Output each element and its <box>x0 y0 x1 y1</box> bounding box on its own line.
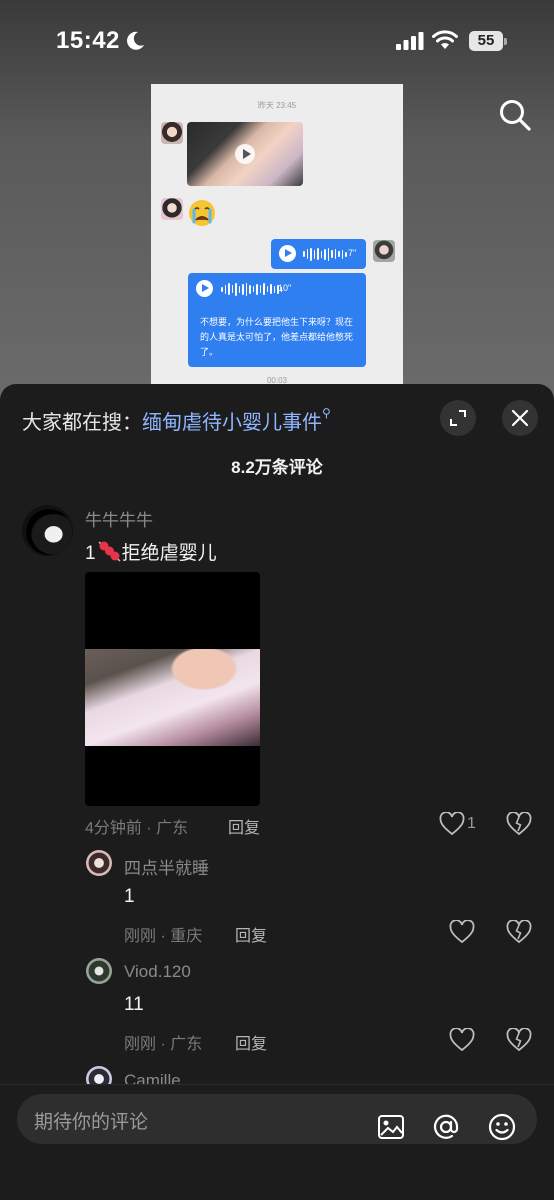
battery-level: 55 <box>477 32 495 49</box>
chat-avatar-me <box>373 240 395 262</box>
chat-timestamp: 00:03 <box>266 376 288 384</box>
wifi-icon <box>432 30 458 49</box>
battery-indicator: 55 <box>469 31 507 51</box>
comment-text-prefix: 1 <box>85 543 96 564</box>
candied-haws-emoji-icon <box>98 541 121 562</box>
at-icon[interactable] <box>431 1112 461 1142</box>
search-icon: ⚲ <box>322 406 331 420</box>
crying-emoji-icon <box>189 200 215 226</box>
voice-message-bubble[interactable]: 10" 不想要，为什么要把他生下来呀？现在的人真是太可怕了，他差点都给他憋死了。 <box>188 273 366 367</box>
reply-meta: 刚刚 · 重庆 <box>124 928 203 945</box>
image-icon[interactable] <box>376 1112 406 1142</box>
waveform-icon <box>303 247 347 261</box>
heart-icon[interactable] <box>449 920 475 944</box>
expand-icon <box>450 410 466 426</box>
voice-duration: 7" <box>348 248 357 258</box>
comment-input-bar: 期待你的评论 <box>0 1084 554 1200</box>
avatar[interactable] <box>22 505 73 556</box>
broken-heart-icon[interactable] <box>506 1028 532 1052</box>
chat-avatar-other <box>161 122 183 144</box>
play-icon <box>279 245 296 262</box>
comment-input-placeholder: 期待你的评论 <box>34 1112 149 1133</box>
chat-screenshot[interactable]: 昨天 23:45 7" 10" 不想要，为什么要把他生下来呀？现在的人真是太可怕… <box>151 84 403 384</box>
comment-text-body: 拒绝虐婴儿 <box>121 543 217 564</box>
hot-search-keyword[interactable]: 缅甸虐待小婴儿事件 <box>142 412 322 434</box>
chat-avatar-other <box>161 198 183 220</box>
reply-username[interactable]: Viod.120 <box>124 962 191 982</box>
reply-button[interactable]: 回复 <box>228 814 260 838</box>
voice-message-bubble[interactable]: 7" <box>271 239 366 269</box>
broken-heart-icon[interactable] <box>506 920 532 944</box>
status-time: 15:42 <box>56 27 120 54</box>
waveform-icon <box>221 282 282 296</box>
heart-icon[interactable] <box>449 1028 475 1052</box>
chat-video-thumbnail <box>187 122 303 186</box>
close-icon <box>511 409 529 427</box>
reply-text: 11 <box>124 994 144 1015</box>
search-icon[interactable] <box>498 98 532 132</box>
close-button[interactable] <box>502 400 538 436</box>
play-icon <box>196 280 213 297</box>
expand-button[interactable] <box>440 400 476 436</box>
reply-username[interactable]: 四点半就睡 <box>124 854 209 879</box>
comment-input[interactable]: 期待你的评论 <box>17 1094 537 1144</box>
comment-meta: 4分钟前 · 广东 <box>85 820 189 837</box>
voice-transcript: 不想要，为什么要把他生下来呀？现在的人真是太可怕了，他差点都给他憋死了。 <box>200 317 354 357</box>
reply-text: 1 <box>124 886 135 907</box>
chat-timestamp: 昨天 23:45 <box>257 101 297 110</box>
moon-icon <box>127 31 144 50</box>
comment-image[interactable] <box>85 572 260 806</box>
like-count: 1 <box>467 815 476 832</box>
comment-username[interactable]: 牛牛牛牛 <box>85 506 153 531</box>
video-area[interactable]: 15:42 55 昨天 23:45 7" 10" 不想要，为什么要把他生下来呀？… <box>0 0 554 400</box>
hot-search-banner[interactable]: 大家都在搜：缅甸虐待小婴儿事件⚲ <box>22 406 331 435</box>
reply-button[interactable]: 回复 <box>235 922 267 946</box>
reply-button[interactable]: 回复 <box>235 1030 267 1054</box>
hot-search-prefix: 大家都在搜： <box>22 412 142 434</box>
avatar[interactable] <box>86 850 112 876</box>
comment-text: 1 拒绝虐婴儿 <box>85 538 217 565</box>
voice-duration: 10" <box>278 283 292 293</box>
heart-icon[interactable] <box>439 812 465 836</box>
broken-heart-icon[interactable] <box>506 812 532 836</box>
avatar[interactable] <box>86 958 112 984</box>
emoji-icon[interactable] <box>487 1112 517 1142</box>
play-icon <box>235 144 255 164</box>
signal-icon <box>396 32 424 50</box>
reply-meta: 刚刚 · 广东 <box>124 1036 203 1053</box>
status-bar: 15:42 55 <box>0 0 554 80</box>
comment-count: 8.2万条评论 <box>231 458 323 477</box>
comments-panel: 大家都在搜：缅甸虐待小婴儿事件⚲ 8.2万条评论 牛牛牛牛 1 拒绝虐婴儿 4分… <box>0 384 554 1200</box>
